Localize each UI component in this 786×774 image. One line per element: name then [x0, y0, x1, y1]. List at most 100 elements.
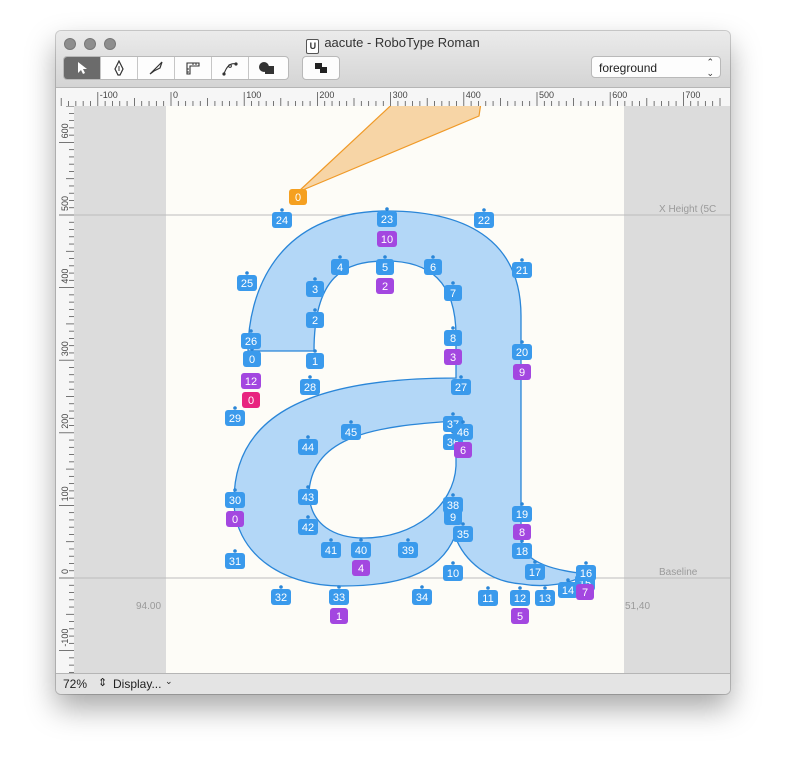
point-badge-label: 38 [447, 500, 459, 512]
on-curve-point[interactable] [313, 277, 317, 281]
on-curve-point[interactable] [338, 255, 342, 259]
on-curve-point[interactable] [451, 281, 455, 285]
on-curve-point[interactable] [306, 485, 310, 489]
on-curve-point[interactable] [329, 538, 333, 542]
bezier-tool-button[interactable] [212, 57, 249, 79]
point-badge-label: 20 [516, 347, 528, 359]
on-curve-point[interactable] [349, 420, 353, 424]
point-badge-label: 5 [382, 262, 388, 274]
on-curve-point[interactable] [420, 585, 424, 589]
on-curve-point[interactable] [337, 585, 341, 589]
measure-tool-button[interactable] [175, 57, 212, 79]
on-curve-point[interactable] [313, 308, 317, 312]
status-bar: 72% ⇕ Display... ⌄ [56, 673, 730, 694]
point-badge-label: 13 [539, 593, 551, 605]
layers-icon [315, 63, 327, 73]
ruler-tick-label: 500 [60, 196, 70, 211]
right-sidebearing-value: 51,40 [625, 601, 650, 612]
on-curve-point[interactable] [233, 406, 237, 410]
segment-badge-label: 10 [381, 234, 393, 246]
on-curve-point[interactable] [383, 255, 387, 259]
point-badge-label: 7 [450, 288, 456, 300]
on-curve-point[interactable] [533, 560, 537, 564]
on-curve-point[interactable] [233, 488, 237, 492]
ruler-tick-label: 200 [319, 90, 334, 100]
horizontal-ruler[interactable]: -100 0 100 200 300 400 500 600 700 [56, 88, 730, 107]
ruler-tick-label: 600 [612, 90, 627, 100]
layer-select[interactable]: foreground ⌃ ⌄ [591, 56, 721, 78]
point-badge-label: 24 [276, 215, 288, 227]
bezier-icon [222, 62, 238, 76]
on-curve-point[interactable] [280, 208, 284, 212]
vertical-ruler[interactable]: 600 500 400 300 200 100 0 -100 [56, 105, 75, 673]
point-badge-label: 27 [455, 382, 467, 394]
baseline-guide-label: Baseline [659, 567, 698, 578]
on-curve-point[interactable] [518, 586, 522, 590]
knife-icon [149, 61, 163, 75]
ruler-tick-label: 500 [539, 90, 554, 100]
on-curve-point[interactable] [385, 207, 389, 211]
ruler-tick-label: 700 [685, 90, 700, 100]
on-curve-point[interactable] [306, 435, 310, 439]
point-badge-label: 35 [457, 529, 469, 541]
on-curve-point[interactable] [451, 326, 455, 330]
pen-tool-button[interactable] [101, 57, 138, 79]
on-curve-point[interactable] [245, 271, 249, 275]
layer-select-value: foreground [599, 61, 658, 75]
on-curve-point[interactable] [459, 375, 463, 379]
window-title-text: aacute - RoboType Roman [324, 35, 480, 50]
shape-tool-button[interactable] [249, 57, 285, 79]
on-curve-point[interactable] [566, 578, 570, 582]
segment-badge-label: 6 [460, 445, 466, 457]
on-curve-point[interactable] [431, 255, 435, 259]
pointer-tool-button[interactable] [64, 57, 101, 79]
on-curve-point[interactable] [584, 561, 588, 565]
point-badge-label: 12 [514, 593, 526, 605]
on-curve-point[interactable] [279, 585, 283, 589]
on-curve-point[interactable] [249, 329, 253, 333]
on-curve-point[interactable] [306, 515, 310, 519]
on-curve-point[interactable] [520, 502, 524, 506]
on-curve-point[interactable] [461, 420, 465, 424]
point-badge-label: 42 [302, 522, 314, 534]
on-curve-point[interactable] [406, 538, 410, 542]
window-title: Uaacute - RoboType Roman [56, 35, 730, 54]
on-curve-point[interactable] [451, 493, 455, 497]
ruler-tick-label: 0 [60, 569, 70, 574]
on-curve-point[interactable] [451, 561, 455, 565]
on-curve-point[interactable] [520, 340, 524, 344]
chevron-down-icon: ⌄ [165, 676, 173, 686]
glyph-view: X Height (5C Baseline 94.00 51,40 0 1234 5… [74, 106, 730, 673]
point-badge-label: 2 [312, 315, 318, 327]
on-curve-point[interactable] [520, 258, 524, 262]
ruler-tick-label: 400 [60, 269, 70, 284]
on-curve-point[interactable] [461, 522, 465, 526]
on-curve-point[interactable] [233, 549, 237, 553]
point-badge-label: 9 [450, 512, 456, 524]
display-menu[interactable]: Display... [113, 677, 161, 691]
point-badge-label: 28 [304, 382, 316, 394]
segment-badge-label: 9 [519, 367, 525, 379]
point-badge-label: 10 [447, 568, 459, 580]
segment-badge-label: 7 [582, 587, 588, 599]
point-badge-label: 41 [325, 545, 337, 557]
point-badge-label: 43 [302, 492, 314, 504]
knife-tool-button[interactable] [138, 57, 175, 79]
zoom-level[interactable]: 72% [63, 677, 87, 691]
on-curve-point[interactable] [482, 208, 486, 212]
glyph-canvas[interactable]: X Height (5C Baseline 94.00 51,40 012345… [74, 106, 730, 673]
on-curve-point[interactable] [543, 586, 547, 590]
on-curve-point[interactable] [313, 349, 317, 353]
xheight-guide-label: X Height (5C [659, 204, 716, 215]
on-curve-point[interactable] [486, 586, 490, 590]
point-badge-label: 0 [249, 354, 255, 366]
on-curve-point[interactable] [308, 375, 312, 379]
on-curve-point[interactable] [451, 412, 455, 416]
on-curve-point[interactable] [359, 538, 363, 542]
ruler-tick-label: 400 [466, 90, 481, 100]
ruler-icon [186, 62, 200, 75]
pointer-icon [78, 62, 87, 74]
point-badge-label: 34 [416, 592, 428, 604]
point-badge-label: 23 [381, 214, 393, 226]
layer-toggle-button[interactable] [302, 56, 340, 80]
